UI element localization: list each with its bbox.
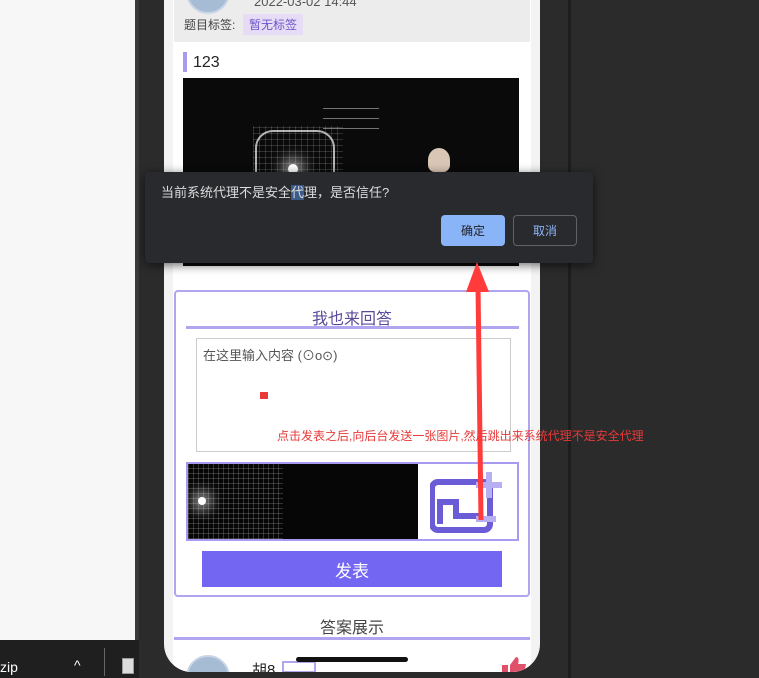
home-indicator — [296, 657, 408, 662]
question-content: 123 — [193, 54, 220, 71]
tag-badge[interactable]: 暂无标签 — [243, 14, 304, 35]
thumbs-up-icon[interactable] — [500, 655, 528, 672]
mobile-preview: 2022-03-02 14:44 题目标签: 暂无标签 123 我也来回答 在这… — [164, 0, 540, 672]
image-line — [323, 118, 379, 119]
taskbar-zip-label[interactable]: zip — [0, 659, 18, 675]
dialog-message-part: 理，是否信任? — [304, 185, 390, 200]
avatar[interactable] — [186, 0, 230, 14]
add-image-icon[interactable] — [430, 472, 506, 534]
confirm-button[interactable]: 确定 — [441, 215, 505, 246]
taskbar-separator — [104, 648, 105, 676]
panel-divider — [568, 0, 571, 678]
avatar[interactable] — [186, 655, 230, 672]
submit-button[interactable]: 发表 — [202, 551, 502, 587]
red-marker — [260, 392, 268, 399]
dialog-message-highlight: 代 — [291, 185, 305, 200]
question-date: 2022-03-02 14:44 — [254, 0, 357, 9]
image-upload-row — [186, 462, 519, 541]
taskbar: zip ^ — [0, 640, 139, 678]
author-badge — [282, 661, 316, 672]
cancel-button[interactable]: 取消 — [513, 215, 577, 246]
chevron-up-icon[interactable]: ^ — [74, 657, 81, 673]
dialog-message: 当前系统代理不是安全代理，是否信任? — [161, 182, 389, 201]
tag-label: 题目标签: — [184, 18, 236, 32]
uploaded-image-thumbnail[interactable] — [188, 464, 418, 539]
image-line — [323, 128, 379, 129]
annotation-note: 点击发表之后,向后台发送一张图片,然后跳出来系统代理不是安全代理 — [277, 429, 644, 443]
title-underline — [186, 326, 519, 329]
image-person — [428, 148, 450, 172]
desktop-background — [0, 0, 135, 640]
answers-title-underline — [174, 637, 530, 640]
answers-title: 答案展示 — [319, 620, 384, 637]
image-line — [323, 108, 379, 109]
dialog-message-part: 当前系统代理不是安全 — [161, 185, 292, 200]
proxy-trust-dialog: 当前系统代理不是安全代理，是否信任? 确定 取消 — [145, 172, 593, 263]
question-header: 2022-03-02 14:44 题目标签: 暂无标签 — [174, 0, 530, 42]
content-marker — [183, 52, 187, 72]
file-icon[interactable] — [122, 658, 134, 674]
thumbnail-glow — [198, 497, 206, 505]
window-divider — [135, 0, 139, 678]
answer-author: 胡8 — [252, 662, 276, 672]
